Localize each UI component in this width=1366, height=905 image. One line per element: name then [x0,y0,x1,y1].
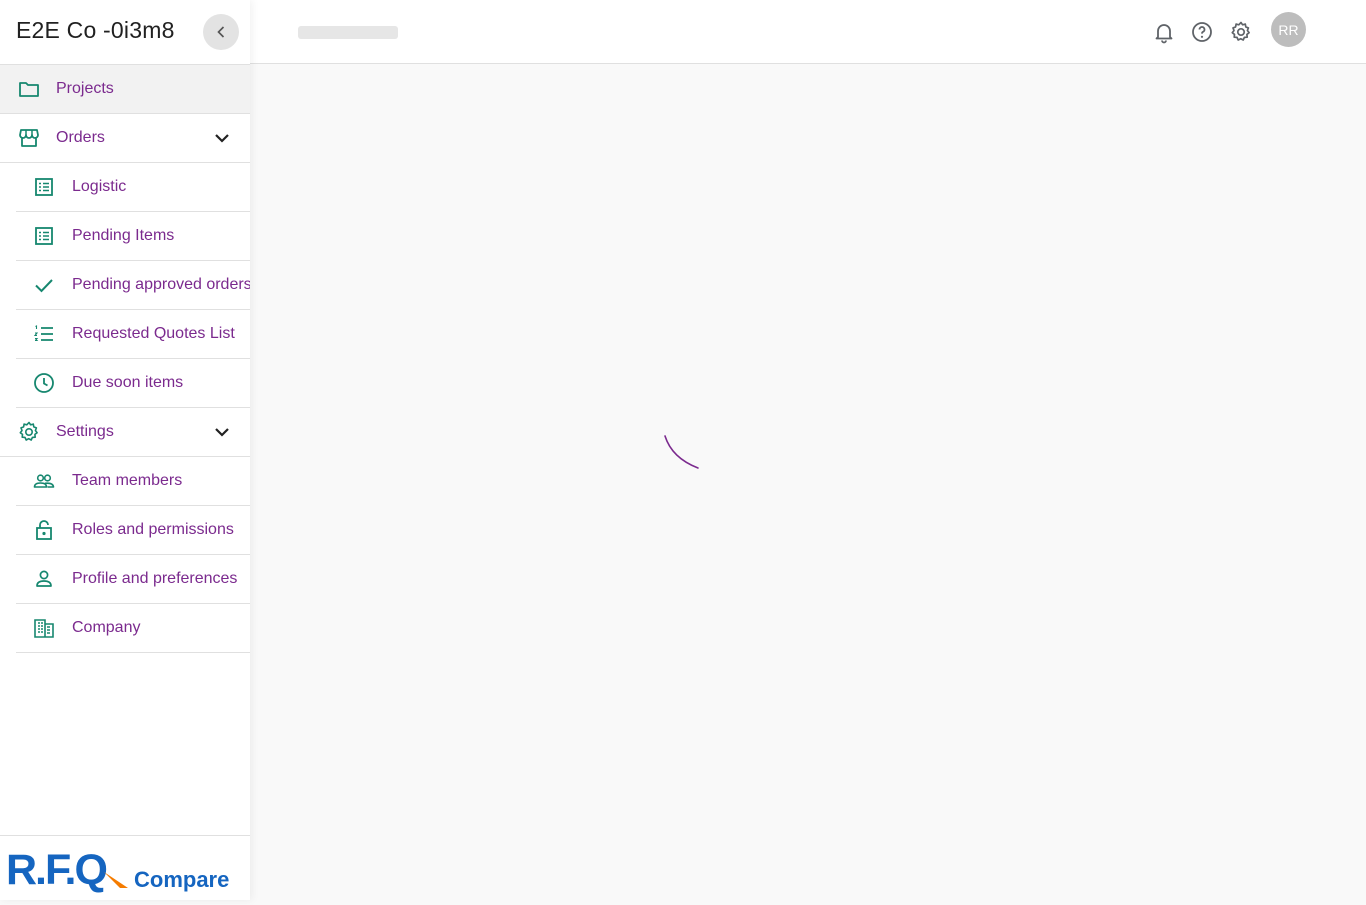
sidebar-item-roles-and-permissions[interactable]: Roles and permissions [16,506,250,555]
check-icon [35,279,53,293]
sidebar-item-label: Due soon items [72,374,184,391]
sidebar-item-label: Pending Items [72,227,175,244]
chevron-down-icon[interactable] [210,420,234,444]
rfq-compare-logo: R.F.Q Compare [6,846,229,894]
sidebar-item-due-soon-items[interactable]: Due soon items [16,359,250,408]
sidebar-item-label: Team members [72,472,183,489]
building-icon [34,619,54,638]
gear-icon [19,421,38,441]
lock-open-icon [36,520,52,540]
sidebar: E2E Co -0i3m8 Projects Orders Logistic P… [0,0,250,900]
sidebar-item-label: Roles and permissions [72,521,234,538]
sidebar-item-requested-quotes-list[interactable]: Requested Quotes List [16,310,250,359]
collapse-sidebar-button[interactable] [203,14,239,50]
format-list-numbered-icon [33,325,53,342]
sidebar-item-company[interactable]: Company [16,604,250,653]
sidebar-item-team-members[interactable]: Team members [16,457,250,506]
sidebar-item-label: Pending approved orders [72,276,250,293]
sidebar-item-pending-items[interactable]: Pending Items [16,212,250,261]
loading-spinner-icon [664,435,699,469]
sidebar-item-label: Profile and preferences [72,570,238,587]
store-icon [19,129,39,147]
sidebar-item-projects[interactable]: Projects [0,64,250,114]
folder-icon [19,82,39,97]
bell-icon[interactable] [1152,20,1176,44]
sidebar-item-settings[interactable]: Settings [0,408,250,457]
list-alt-icon [35,227,53,245]
sidebar-header: E2E Co -0i3m8 [0,0,250,64]
sidebar-item-profile-and-preferences[interactable]: Profile and preferences [16,555,250,604]
sidebar-item-label: Requested Quotes List [72,325,235,342]
user-avatar[interactable]: RR [1271,12,1306,47]
sidebar-item-pending-approved-orders[interactable]: Pending approved orders [16,261,250,310]
sidebar-item-label: Orders [56,129,105,146]
chevron-down-icon[interactable] [210,126,234,150]
logo-primary-text: R.F.Q [6,846,106,894]
sidebar-item-orders[interactable]: Orders [0,114,250,163]
chevron-left-icon [217,26,225,38]
gear-icon[interactable] [1229,20,1253,44]
sidebar-item-label: Settings [56,423,114,440]
list-alt-icon [35,178,53,196]
sidebar-item-label: Projects [56,80,114,97]
sidebar-item-label: Company [72,619,141,636]
sidebar-footer: R.F.Q Compare [0,835,250,900]
help-icon[interactable] [1190,20,1214,44]
logo-secondary-text: Compare [134,867,229,892]
clock-icon [34,373,54,393]
top-app-bar: RR [250,0,1366,64]
company-name: E2E Co -0i3m8 [16,17,175,43]
sidebar-item-label: Logistic [72,178,127,195]
page-title-skeleton [298,26,398,39]
sidebar-item-logistic[interactable]: Logistic [16,163,250,212]
people-icon [33,474,55,488]
person-icon [36,570,52,587]
